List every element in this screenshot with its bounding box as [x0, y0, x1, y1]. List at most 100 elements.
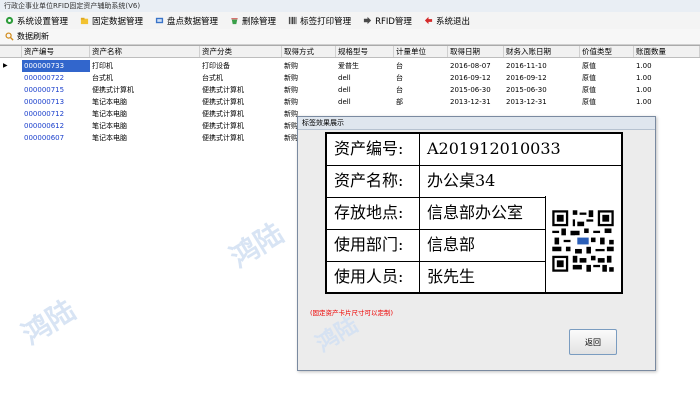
refresh-button[interactable]: 数据刷新 [0, 31, 49, 42]
menu-item-exit[interactable]: 系统退出 [419, 12, 477, 29]
card-label: 资产名称: [327, 166, 420, 197]
cell-value-type[interactable]: 原值 [580, 72, 634, 84]
card-value: 办公桌34 [427, 171, 496, 190]
cell-value-type[interactable]: 原值 [580, 60, 634, 72]
cell-unit[interactable]: 台 [394, 60, 448, 72]
cell-acquire-date[interactable]: 2016-08-07 [448, 60, 504, 72]
cell-unit[interactable]: 台 [394, 84, 448, 96]
menu-item-label: 固定数据管理 [92, 16, 144, 27]
cell-asset-category[interactable]: 打印设备 [200, 60, 282, 72]
card-label: 使用部门: [327, 230, 420, 261]
cell-unit[interactable]: 台 [394, 72, 448, 84]
column-header[interactable]: 账面数量 [634, 46, 700, 57]
column-header[interactable]: 财务入账日期 [504, 46, 580, 57]
toolbar: 数据刷新 [0, 29, 700, 45]
cell-asset-code[interactable]: 000000612 [22, 120, 90, 132]
cell-acquire-method[interactable]: 新购 [282, 72, 336, 84]
barcode-icon [288, 16, 297, 25]
cell-asset-name[interactable]: 笔记本电脑 [90, 120, 200, 132]
card-value: 信息部 [427, 235, 476, 254]
menu-item-fixed-data[interactable]: 固定数据管理 [75, 12, 150, 29]
menu-item-label-print[interactable]: 标签打印管理 [283, 12, 358, 29]
back-button[interactable]: 返回 [569, 329, 617, 355]
cell-asset-name[interactable]: 台式机 [90, 72, 200, 84]
cell-acquire-method[interactable]: 新购 [282, 84, 336, 96]
cell-asset-code[interactable]: 000000722 [22, 72, 90, 84]
watermark-logo: 鸿陆 [16, 293, 82, 352]
magnifier-icon [5, 32, 14, 41]
gear-icon [5, 16, 14, 25]
refresh-label: 数据刷新 [17, 32, 49, 41]
cell-asset-category[interactable]: 便携式计算机 [200, 108, 282, 120]
cell-asset-name[interactable]: 打印机 [90, 60, 200, 72]
cell-acquire-method[interactable]: 新购 [282, 96, 336, 108]
menu-item-system-settings[interactable]: 系统设置管理 [0, 12, 75, 29]
menu-item-rfid[interactable]: RFID管理 [358, 12, 419, 29]
cell-asset-code[interactable]: 000000733 [22, 60, 90, 72]
menu-item-label: 系统设置管理 [17, 16, 69, 27]
cell-book-quantity[interactable]: 1.00 [634, 60, 700, 72]
inventory-icon [155, 17, 164, 24]
cell-asset-code[interactable]: 000000607 [22, 132, 90, 144]
card-label: 使用人员: [327, 262, 420, 292]
cell-asset-name[interactable]: 便携式计算机 [90, 84, 200, 96]
cell-acquire-method[interactable]: 新购 [282, 60, 336, 72]
cell-asset-code[interactable]: 000000713 [22, 96, 90, 108]
cell-book-quantity[interactable]: 1.00 [634, 72, 700, 84]
menu-item-label: 盘点数据管理 [167, 16, 219, 27]
cell-asset-name[interactable]: 笔记本电脑 [90, 132, 200, 144]
cell-spec-model[interactable]: 爱普生 [336, 60, 394, 72]
column-header[interactable]: 规格型号 [336, 46, 394, 57]
table-row[interactable]: 000000715 便携式计算机 便携式计算机 新购 dell 台 2015-0… [0, 84, 700, 96]
column-header[interactable]: 取得方式 [282, 46, 336, 57]
menu-item-label: 删除管理 [242, 16, 277, 27]
cell-asset-category[interactable]: 便携式计算机 [200, 96, 282, 108]
column-header[interactable]: 资产编号 [22, 46, 90, 57]
cell-spec-model[interactable]: dell [336, 72, 394, 84]
table-row[interactable]: ▶ 000000733 打印机 打印设备 新购 爱普生 台 2016-08-07… [0, 60, 700, 72]
cell-asset-category[interactable]: 便携式计算机 [200, 132, 282, 144]
cell-value-type[interactable]: 原值 [580, 96, 634, 108]
row-indicator-header [0, 46, 22, 57]
card-row-user: 使用人员: 张先生 [327, 262, 545, 292]
cell-unit[interactable]: 部 [394, 96, 448, 108]
menu-bar: 系统设置管理 固定数据管理 盘点数据管理 删除管理 标签打印管理 RFID管理 … [0, 12, 700, 30]
column-header[interactable]: 取得日期 [448, 46, 504, 57]
cell-finance-date[interactable]: 2016-11-10 [504, 60, 580, 72]
table-row[interactable]: 000000713 笔记本电脑 便携式计算机 新购 dell 部 2013-12… [0, 96, 700, 108]
cell-finance-date[interactable]: 2013-12-31 [504, 96, 580, 108]
menu-item-inventory-data[interactable]: 盘点数据管理 [150, 12, 225, 29]
column-header[interactable]: 计量单位 [394, 46, 448, 57]
rfid-icon [363, 16, 372, 25]
cell-asset-name[interactable]: 笔记本电脑 [90, 108, 200, 120]
cell-asset-category[interactable]: 台式机 [200, 72, 282, 84]
column-header[interactable]: 资产名称 [90, 46, 200, 57]
cell-book-quantity[interactable]: 1.00 [634, 84, 700, 96]
cell-asset-category[interactable]: 便携式计算机 [200, 120, 282, 132]
cell-spec-model[interactable]: dell [336, 84, 394, 96]
cell-asset-category[interactable]: 便携式计算机 [200, 84, 282, 96]
cell-asset-code[interactable]: 000000712 [22, 108, 90, 120]
card-label: 存放地点: [327, 198, 420, 229]
asset-label-card: 资产编号: A201912010033 资产名称: 办公桌34 存放地点: 信息… [325, 132, 623, 294]
cell-finance-date[interactable]: 2015-06-30 [504, 84, 580, 96]
menu-item-label: RFID管理 [375, 16, 412, 27]
cell-acquire-date[interactable]: 2016-09-12 [448, 72, 504, 84]
cell-finance-date[interactable]: 2016-09-12 [504, 72, 580, 84]
card-value: 信息部办公室 [427, 203, 524, 222]
cell-book-quantity[interactable]: 1.00 [634, 96, 700, 108]
card-row-department: 使用部门: 信息部 [327, 230, 545, 262]
card-row-asset-code: 资产编号: A201912010033 [327, 134, 621, 166]
qr-code-area [545, 196, 621, 292]
cell-asset-code[interactable]: 000000715 [22, 84, 90, 96]
menu-item-label: 标签打印管理 [300, 16, 352, 27]
column-header[interactable]: 价值类型 [580, 46, 634, 57]
table-row[interactable]: 000000722 台式机 台式机 新购 dell 台 2016-09-12 2… [0, 72, 700, 84]
cell-acquire-date[interactable]: 2015-06-30 [448, 84, 504, 96]
cell-spec-model[interactable]: dell [336, 96, 394, 108]
column-header[interactable]: 资产分类 [200, 46, 282, 57]
cell-asset-name[interactable]: 笔记本电脑 [90, 96, 200, 108]
cell-acquire-date[interactable]: 2013-12-31 [448, 96, 504, 108]
cell-value-type[interactable]: 原值 [580, 84, 634, 96]
menu-item-delete[interactable]: 删除管理 [225, 12, 283, 29]
